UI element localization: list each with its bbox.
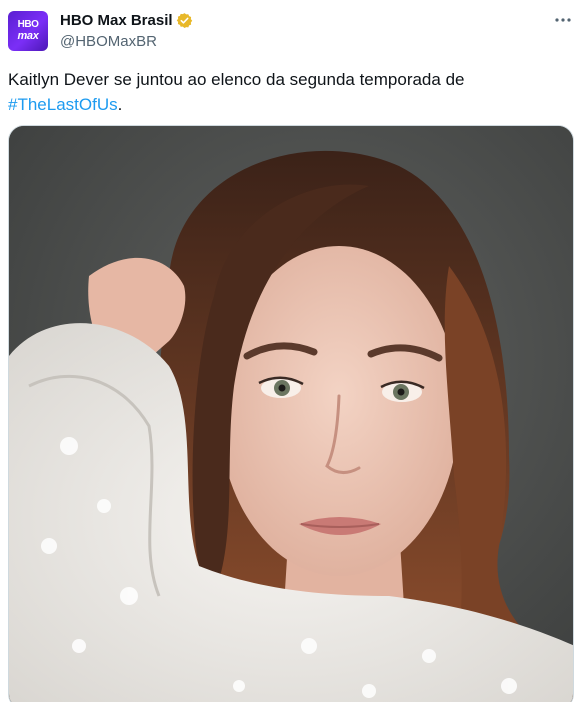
more-options-icon[interactable] bbox=[553, 10, 573, 30]
tweet-text-end: . bbox=[117, 95, 123, 114]
hashtag-link[interactable]: #TheLastOfUs bbox=[8, 95, 118, 114]
tweet-text: Kaitlyn Dever se juntou ao elenco da seg… bbox=[8, 67, 578, 117]
tweet-text-main: Kaitlyn Dever se juntou ao elenco da seg… bbox=[8, 70, 465, 89]
tweet-photo[interactable] bbox=[8, 125, 574, 702]
author-handle[interactable]: @HBOMaxBR bbox=[60, 33, 157, 50]
avatar[interactable]: HBO max bbox=[8, 11, 48, 51]
avatar-logo-line1: HBO bbox=[17, 19, 39, 30]
avatar-logo-line2: max bbox=[17, 30, 39, 42]
photo-portrait bbox=[9, 126, 573, 702]
author-name-row[interactable]: HBO Max Brasil bbox=[60, 12, 193, 29]
author-display-name[interactable]: HBO Max Brasil bbox=[60, 12, 173, 29]
tweet[interactable]: HBO max HBO Max Brasil @HBOMaxBR Kaitlyn… bbox=[0, 0, 587, 702]
verified-badge-icon bbox=[176, 12, 193, 29]
